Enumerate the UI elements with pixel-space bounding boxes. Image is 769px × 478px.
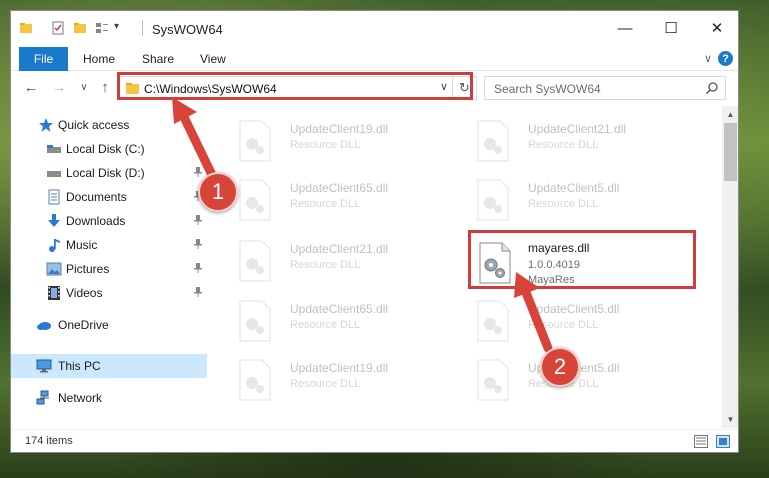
annotation-arrow-1 <box>172 97 553 353</box>
step-2-badge: 2 <box>540 347 580 387</box>
step-1-badge: 1 <box>198 172 238 212</box>
